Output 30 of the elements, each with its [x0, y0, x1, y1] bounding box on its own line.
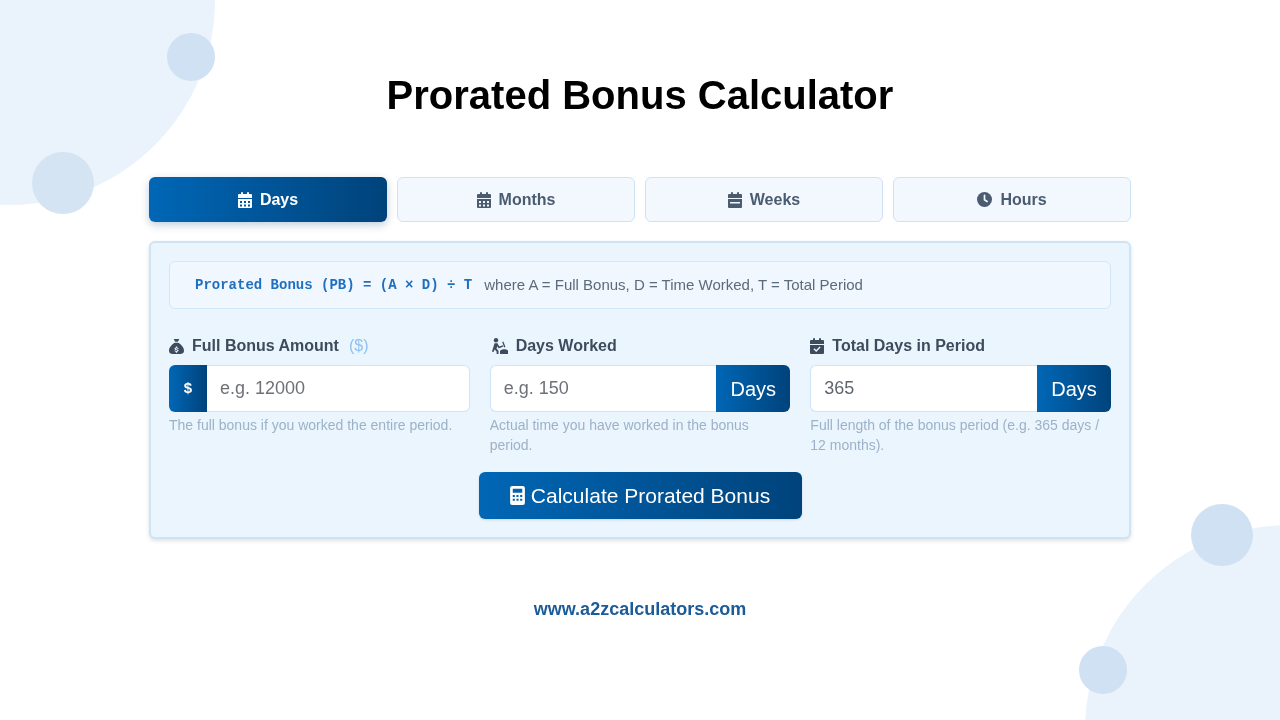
input-field[interactable]: e.g. 150 — [489, 365, 717, 412]
calendar-icon — [237, 191, 252, 208]
tab[interactable]: Days — [149, 177, 387, 222]
calendar-icon — [476, 191, 491, 208]
tab[interactable]: Hours — [893, 177, 1131, 222]
help-text: The full bonus if you worked the entire period. — [169, 416, 454, 435]
formula-legend: where A = Full Bonus, D = Time Worked, T = Total Period — [484, 273, 863, 297]
page-title: Prorated Bonus Calculator — [386, 72, 894, 119]
help-text: Full length of the bonus period (e.g. 365 days / 12 months). — [810, 416, 1101, 455]
website-link[interactable]: www.a2zcalculators.com — [533, 597, 747, 621]
money-bag-icon — [169, 338, 184, 354]
calculate-button[interactable]: Calculate Prorated Bonus — [478, 472, 802, 519]
calendar-icon — [727, 191, 742, 208]
unit-hint: ($) — [348, 336, 369, 356]
field-label: Days Worked — [515, 336, 617, 356]
field-label: Full Bonus Amount — [192, 336, 339, 356]
clock-icon — [977, 192, 993, 207]
field-label: Total Days in Period — [832, 336, 985, 356]
currency-prefix: $ — [169, 365, 207, 412]
unit-suffix: Days — [716, 365, 791, 412]
calculator-icon — [509, 486, 525, 505]
tab[interactable]: Months — [397, 177, 635, 222]
formula-expression: Prorated Bonus (PB) = (A × D) ÷ T — [195, 275, 473, 295]
calendar-check-icon — [810, 338, 825, 354]
worker-icon — [489, 338, 508, 354]
tab[interactable]: Weeks — [645, 177, 883, 222]
unit-suffix: Days — [1037, 365, 1111, 412]
input-field[interactable]: 365 — [810, 365, 1037, 412]
help-text: Actual time you have worked in the bonus period. — [489, 416, 750, 455]
input-field[interactable]: e.g. 12000 — [207, 365, 470, 412]
